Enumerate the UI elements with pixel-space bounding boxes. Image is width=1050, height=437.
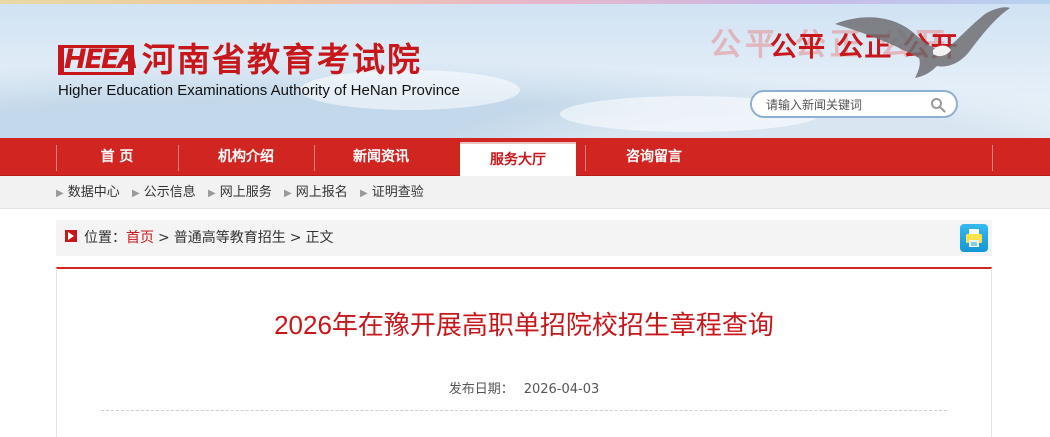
sub-nav: ▶ 数据中心 ▶ 公示信息 ▶ 网上服务 ▶ 网上报名 ▶ 证明查验 (0, 176, 1050, 209)
nav-item-home[interactable]: 首 页 (57, 138, 177, 176)
subnav-item-public-info[interactable]: ▶ 公示信息 (132, 176, 196, 209)
breadcrumb-current: 正文 (305, 230, 334, 246)
site-title-english: Higher Education Examinations Authority … (58, 82, 460, 99)
subnav-item-certificate-check[interactable]: ▶ 证明查验 (360, 176, 424, 209)
subnav-label: 公示信息 (143, 185, 196, 200)
breadcrumb-trail: 位置：首页 > 普通高等教育招生 > 正文 (84, 220, 333, 256)
breadcrumb-separator: > (158, 230, 170, 246)
site-title-chinese: 河南省教育考试院 (142, 40, 422, 79)
nav-divider (992, 145, 993, 171)
location-arrow-icon (65, 230, 77, 242)
chevron-right-icon: ▶ (132, 188, 140, 199)
subnav-label: 网上服务 (219, 185, 272, 200)
breadcrumb-separator: > (289, 230, 302, 246)
search-input[interactable] (766, 95, 926, 114)
breadcrumb-category-link[interactable]: 普通高等教育招生 (174, 230, 286, 246)
subnav-item-data-center[interactable]: ▶ 数据中心 (56, 176, 120, 209)
chevron-right-icon: ▶ (208, 188, 216, 199)
site-header-banner: HEEA 河南省教育考试院 Higher Education Examinati… (0, 0, 1050, 138)
breadcrumb-home-link[interactable]: 首页 (126, 230, 154, 246)
subnav-label: 数据中心 (67, 185, 120, 200)
nav-item-services[interactable]: 服务大厅 (460, 142, 576, 176)
breadcrumb-prefix: 位置： (84, 230, 126, 246)
chevron-right-icon: ▶ (284, 188, 292, 199)
subnav-item-online-service[interactable]: ▶ 网上服务 (208, 176, 272, 209)
search-box[interactable] (750, 90, 958, 118)
publish-date-label: 发布日期： (448, 382, 514, 397)
nav-item-news[interactable]: 新闻资讯 (315, 138, 447, 176)
article-title: 2026年在豫开展高职单招院校招生章程查询 (274, 310, 774, 340)
subnav-item-online-registration[interactable]: ▶ 网上报名 (284, 176, 348, 209)
subnav-label: 网上报名 (295, 185, 348, 200)
search-icon[interactable] (930, 97, 946, 113)
print-button[interactable] (960, 224, 988, 252)
publish-date: 2026-04-03 (523, 382, 600, 397)
nav-item-about[interactable]: 机构介绍 (179, 138, 313, 176)
article-meta: 发布日期： 2026-04-03 (57, 380, 991, 400)
article-divider (101, 410, 947, 411)
nav-item-consult[interactable]: 咨询留言 (586, 138, 722, 176)
site-logo[interactable]: HEEA (58, 43, 138, 77)
subnav-label: 证明查验 (371, 185, 424, 200)
print-icon (966, 229, 982, 247)
main-nav: 首 页 机构介绍 新闻资讯 服务大厅 咨询留言 (0, 138, 1050, 176)
top-rainbow-strip (0, 0, 1050, 4)
article-panel: 2026年在豫开展高职单招院校招生章程查询 发布日期： 2026-04-03 (56, 267, 992, 437)
chevron-right-icon: ▶ (360, 188, 368, 199)
breadcrumb: 位置：首页 > 普通高等教育招生 > 正文 (56, 220, 992, 256)
logo-text: HEEA (64, 44, 138, 75)
eagle-icon (835, 7, 1010, 78)
chevron-right-icon: ▶ (56, 188, 64, 199)
